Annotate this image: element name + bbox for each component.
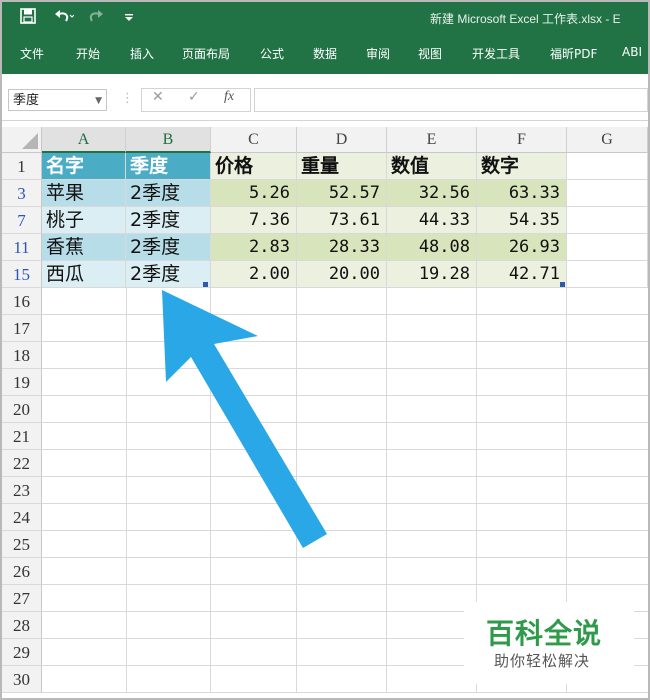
watermark-tagline: 助你轻松解决 [494, 652, 591, 670]
annotation-arrow [162, 290, 327, 548]
watermark-brand: 百科全说 [486, 617, 603, 650]
watermark: 百科全说 助你轻松解决 [464, 602, 634, 684]
excel-window: 新建 Microsoft Excel 工作表.xlsx - E 文件 开始 插入… [0, 0, 650, 700]
